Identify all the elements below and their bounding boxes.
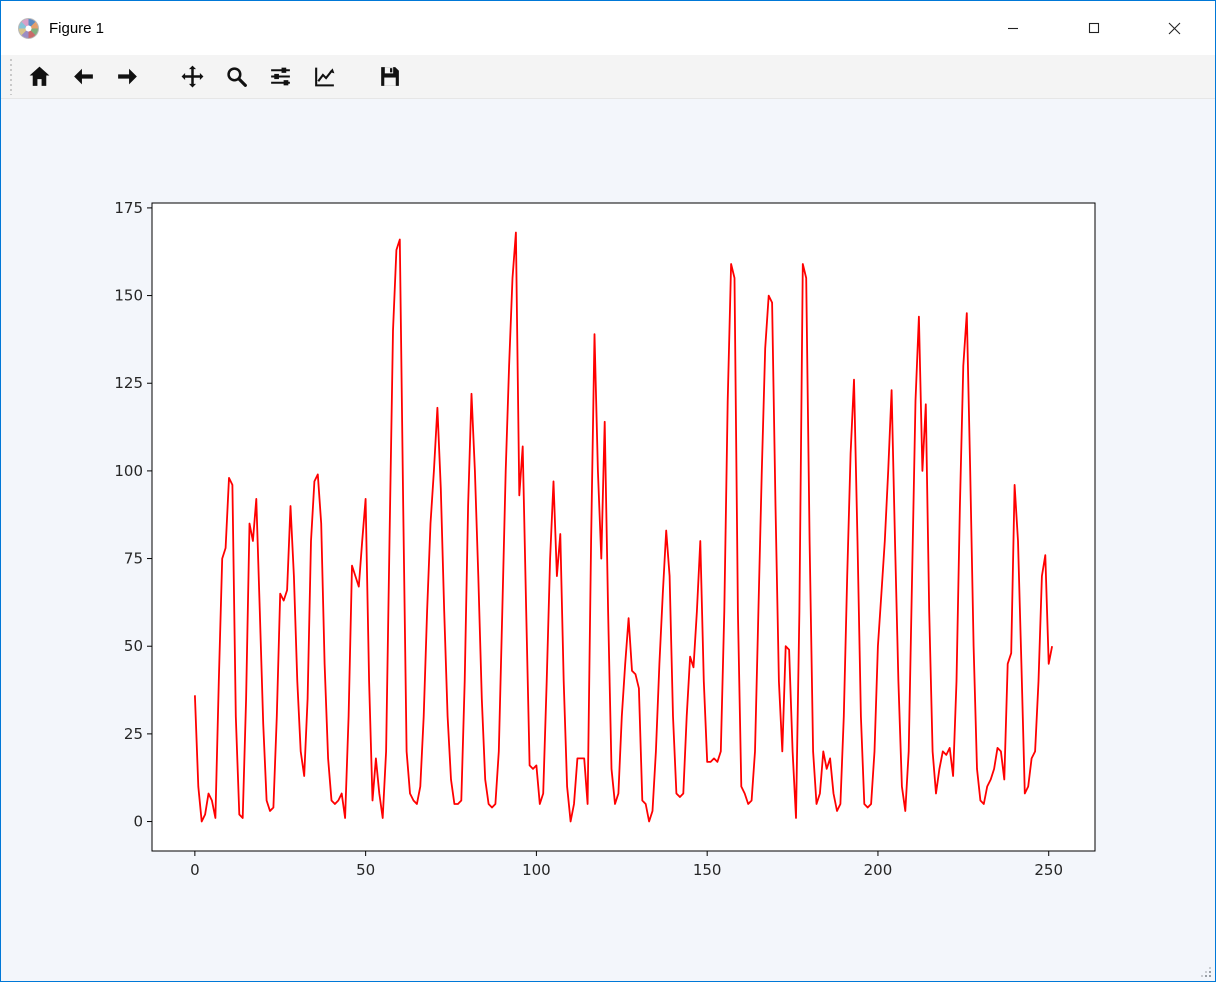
line-chart-icon <box>312 64 337 89</box>
toolbar-grip[interactable] <box>9 59 13 95</box>
home-icon <box>27 64 52 89</box>
svg-text:200: 200 <box>864 861 893 879</box>
maximize-icon <box>1088 22 1100 34</box>
resize-grip-dots <box>1199 965 1213 979</box>
svg-text:75: 75 <box>124 550 143 568</box>
svg-text:0: 0 <box>190 861 200 879</box>
svg-text:150: 150 <box>693 861 722 879</box>
close-icon <box>1168 22 1181 35</box>
pan-button[interactable] <box>174 58 211 95</box>
svg-text:100: 100 <box>114 462 143 480</box>
zoom-icon <box>224 64 249 89</box>
sliders-icon <box>268 64 293 89</box>
minimize-icon <box>1007 22 1019 34</box>
svg-text:50: 50 <box>356 861 375 879</box>
svg-text:25: 25 <box>124 725 143 743</box>
maximize-button[interactable] <box>1053 1 1134 55</box>
zoom-button[interactable] <box>218 58 255 95</box>
matplotlib-logo-icon <box>18 18 39 39</box>
svg-text:125: 125 <box>114 374 143 392</box>
svg-text:150: 150 <box>114 287 143 305</box>
forward-arrow-icon <box>115 64 140 89</box>
forward-button[interactable] <box>109 58 146 95</box>
caption-buttons <box>972 1 1215 55</box>
figure-canvas[interactable]: 0 50 100 150 200 250 0 25 50 75 100 125 150 175 <box>1 99 1215 981</box>
customize-button[interactable] <box>306 58 343 95</box>
svg-text:250: 250 <box>1034 861 1063 879</box>
figure-window: Figure 1 <box>0 0 1216 982</box>
svg-text:100: 100 <box>522 861 551 879</box>
resize-grip[interactable] <box>1199 965 1213 979</box>
back-arrow-icon <box>71 64 96 89</box>
minimize-button[interactable] <box>972 1 1053 55</box>
svg-text:175: 175 <box>114 199 143 217</box>
back-button[interactable] <box>65 58 102 95</box>
configure-subplots-button[interactable] <box>262 58 299 95</box>
titlebar[interactable]: Figure 1 <box>1 1 1215 55</box>
svg-text:0: 0 <box>133 813 143 831</box>
pan-icon <box>180 64 205 89</box>
home-button[interactable] <box>21 58 58 95</box>
svg-text:50: 50 <box>124 637 143 655</box>
save-icon <box>377 64 402 89</box>
plot-svg[interactable]: 0 50 100 150 200 250 0 25 50 75 100 125 150 175 <box>1 99 1215 981</box>
navigation-toolbar <box>1 55 1215 99</box>
window-title: Figure 1 <box>49 20 104 37</box>
close-button[interactable] <box>1134 1 1215 55</box>
save-button[interactable] <box>371 58 408 95</box>
